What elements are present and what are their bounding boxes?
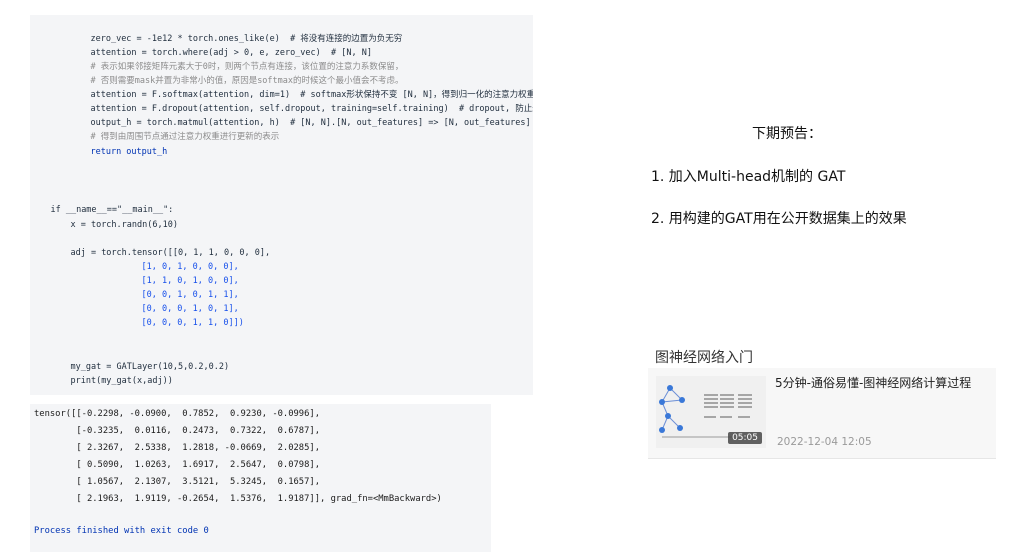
code-line: print(my_gat(x,adj)) [50, 362, 172, 386]
code-comment-line: # 得到由周围节点通过注意力权重进行更新的表示 [70, 118, 279, 142]
code-comment-line: # 否则需要mask并置为非常小的值，原因是softmax的时候这个最小值会不考… [70, 62, 403, 86]
process-exit-message: Process finished with exit code 0 [34, 526, 209, 536]
code-line: [1, 0, 1, 0, 0, 0], [121, 248, 238, 272]
code-line: attention = F.dropout(attention, self.dr… [70, 90, 533, 114]
code-text: print(my_gat(x,adj)) [70, 376, 173, 386]
run-console[interactable]: tensor([[-0.2298, -0.0900, 0.7852, 0.923… [30, 404, 491, 552]
code-text: return output_h [90, 147, 168, 157]
console-output-line: [ 2.1963, 1.9119, -0.2654, 1.5376, 1.918… [34, 494, 442, 504]
code-comment-line: # 表示如果邻接矩阵元素大于0时，则两个节点有连接，该位置的注意力系数保留， [70, 48, 403, 72]
console-output-line: tensor([[-0.2298, -0.0900, 0.7852, 0.923… [34, 409, 320, 419]
code-text: [0, 0, 0, 1, 1, 0]]) [141, 318, 244, 328]
console-output-line: [ 0.5090, 1.0263, 1.6917, 2.5647, 0.0798… [34, 460, 320, 470]
video-date: 2022-12-04 12:05 [777, 436, 872, 448]
code-line: attention = F.softmax(attention, dim=1) … [70, 76, 533, 100]
next-episode-title: 下期预告： [752, 126, 822, 142]
console-output-line: [-0.3235, 0.0116, 0.2473, 0.7322, 0.6787… [34, 426, 320, 436]
code-line: return output_h [70, 133, 167, 157]
code-line: my_gat = GATLayer(10,5,0.2,0.2) [50, 348, 229, 372]
code-line: output_h = torch.matmul(attention, h) # … [70, 104, 530, 128]
code-line: zero_vec = -1e12 * torch.ones_like(e) # … [70, 20, 402, 44]
video-thumbnail[interactable]: 05:05 [656, 376, 766, 448]
code-line: adj = torch.tensor([[0, 1, 1, 0, 0, 0], [50, 234, 270, 258]
code-line: [0, 0, 0, 1, 1, 0]]) [121, 304, 243, 328]
code-line: [0, 0, 1, 0, 1, 1], [121, 276, 238, 300]
video-title[interactable]: 5分钟-通俗易懂-图神经网络计算过程 [775, 374, 971, 391]
console-output-line: [ 1.0567, 2.1307, 3.5121, 5.3245, 0.1657… [34, 477, 320, 487]
console-output-line: [ 2.3267, 2.5338, 1.2818, -0.0669, 2.028… [34, 443, 320, 453]
code-line: x = torch.randn(6,10) [50, 206, 177, 230]
code-line: if __name__=="__main__": [30, 191, 173, 215]
code-editor[interactable]: zero_vec = -1e12 * torch.ones_like(e) # … [30, 15, 533, 395]
video-card[interactable]: 05:05 5分钟-通俗易懂-图神经网络计算过程 2022-12-04 12:0… [648, 368, 996, 459]
playlist-heading[interactable]: 图神经网络入门 [655, 347, 753, 367]
code-line: [1, 1, 0, 1, 0, 0], [121, 262, 238, 286]
preview-item: 2. 用构建的GAT用在公开数据集上的效果 [651, 211, 907, 227]
code-line: attention = torch.where(adj > 0, e, zero… [70, 34, 371, 58]
code-text: x = torch.randn(6,10) [70, 220, 178, 230]
code-line: [0, 0, 0, 1, 0, 1], [121, 290, 238, 314]
video-duration: 05:05 [728, 432, 762, 444]
preview-item: 1. 加入Multi-head机制的 GAT [651, 169, 846, 185]
